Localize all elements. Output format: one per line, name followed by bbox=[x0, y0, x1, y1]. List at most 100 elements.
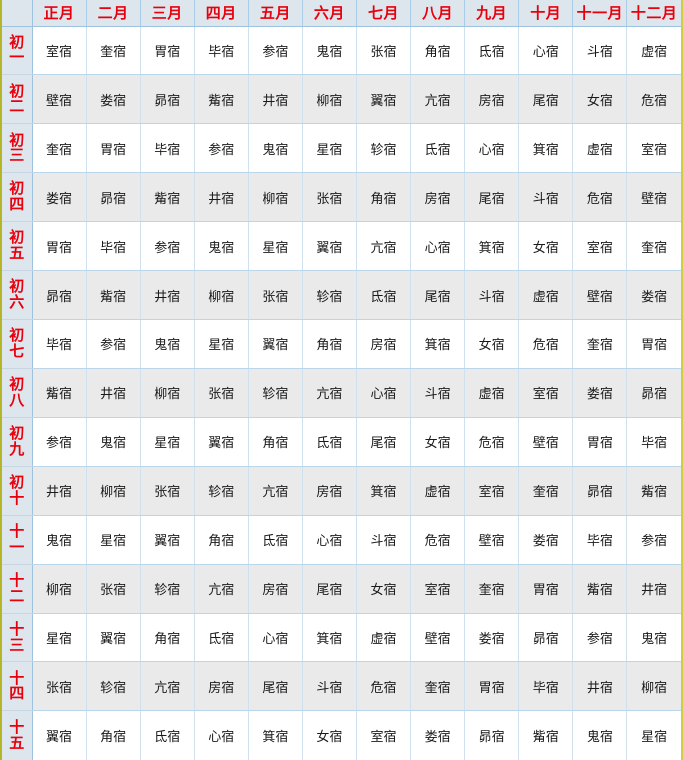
header-row: 正月 二月 三月 四月 五月 六月 七月 八月 九月 十月 十一月 十二月 bbox=[2, 0, 681, 27]
mansion-cell: 角宿 bbox=[194, 515, 249, 565]
mansion-cell: 昴宿 bbox=[32, 270, 87, 321]
day-label-char: 一 bbox=[9, 48, 25, 67]
day-label-10: 初十 bbox=[2, 466, 33, 516]
mansion-cell: 危宿 bbox=[518, 319, 574, 369]
mansion-cell: 氐宿 bbox=[194, 613, 249, 663]
mansion-cell: 娄宿 bbox=[86, 74, 141, 125]
mansion-cell: 虚宿 bbox=[464, 368, 520, 418]
mansion-cell: 昴宿 bbox=[464, 710, 520, 760]
mansion-cell: 觜宿 bbox=[518, 710, 574, 760]
mansion-cell: 亢宿 bbox=[248, 466, 303, 516]
mansion-cell: 箕宿 bbox=[410, 319, 466, 369]
mansion-cell: 张宿 bbox=[86, 564, 141, 614]
mansion-cell: 参宿 bbox=[626, 515, 681, 565]
mansion-cell: 亢宿 bbox=[356, 221, 412, 272]
table-row: 初三奎宿 胃宿 毕宿 参宿 鬼宿 星宿 轸宿 氐宿 心宿 箕宿 虚宿 室宿 bbox=[2, 123, 681, 174]
mansion-cell: 胃宿 bbox=[140, 26, 195, 76]
mansion-cell: 危宿 bbox=[410, 515, 466, 565]
mansion-cell: 鬼宿 bbox=[626, 613, 681, 663]
mansion-cell: 亢宿 bbox=[302, 368, 357, 418]
day-label-11: 十一 bbox=[2, 515, 33, 565]
mansion-cell: 尾宿 bbox=[518, 74, 574, 125]
mansion-cell: 星宿 bbox=[86, 515, 141, 565]
mansion-cell: 奎宿 bbox=[32, 123, 87, 174]
mansion-cell: 毕宿 bbox=[86, 221, 141, 272]
day-label-char: 五 bbox=[9, 733, 25, 752]
mansion-cell: 昴宿 bbox=[140, 74, 195, 125]
day-label-4: 初四 bbox=[2, 172, 33, 223]
mansion-cell: 室宿 bbox=[410, 564, 466, 614]
mansion-cell: 尾宿 bbox=[248, 661, 303, 712]
day-label-char: 一 bbox=[9, 537, 25, 556]
day-label-8: 初八 bbox=[2, 368, 33, 418]
mansion-cell: 参宿 bbox=[86, 319, 141, 369]
mansion-cell: 虚宿 bbox=[518, 270, 574, 321]
mansion-cell: 翼宿 bbox=[194, 417, 249, 467]
mansion-cell: 箕宿 bbox=[518, 123, 574, 174]
mansion-cell: 昴宿 bbox=[86, 172, 141, 223]
mansion-cell: 张宿 bbox=[194, 368, 249, 418]
mansion-cell: 星宿 bbox=[626, 710, 681, 760]
mansion-cell: 房宿 bbox=[410, 172, 466, 223]
mansion-cell: 房宿 bbox=[356, 319, 412, 369]
mansion-cell: 井宿 bbox=[572, 661, 628, 712]
mansion-cell: 毕宿 bbox=[572, 515, 628, 565]
mansion-cell: 觜宿 bbox=[626, 466, 681, 516]
mansion-cell: 女宿 bbox=[572, 74, 628, 125]
mansion-cell: 张宿 bbox=[248, 270, 303, 321]
table-row: 初一室宿 奎宿 胃宿 毕宿 参宿 鬼宿 张宿 角宿 氐宿 心宿 斗宿 虚宿 bbox=[2, 26, 681, 76]
table-row: 初五胃宿 毕宿 参宿 鬼宿 星宿 翼宿 亢宿 心宿 箕宿 女宿 室宿 奎宿 bbox=[2, 221, 681, 272]
mansion-cell: 觜宿 bbox=[194, 74, 249, 125]
mansion-cell: 张宿 bbox=[302, 172, 357, 223]
mansion-cell: 参宿 bbox=[140, 221, 195, 272]
mansion-cell: 娄宿 bbox=[410, 710, 466, 760]
mansion-cell: 女宿 bbox=[518, 221, 574, 272]
mansion-cell: 星宿 bbox=[140, 417, 195, 467]
table-row: 初六昴宿 觜宿 井宿 柳宿 张宿 轸宿 氐宿 尾宿 斗宿 虚宿 壁宿 娄宿 bbox=[2, 270, 681, 321]
mansion-cell: 柳宿 bbox=[86, 466, 141, 516]
day-label-char: 六 bbox=[9, 293, 25, 312]
mansion-cell: 壁宿 bbox=[572, 270, 628, 321]
mansion-cell: 星宿 bbox=[194, 319, 249, 369]
mansion-cell: 箕宿 bbox=[302, 613, 357, 663]
mansion-cell: 室宿 bbox=[626, 123, 681, 174]
day-label-2: 初二 bbox=[2, 74, 33, 125]
mansion-cell: 尾宿 bbox=[410, 270, 466, 321]
day-label-15: 十五 bbox=[2, 710, 33, 760]
mansion-cell: 轸宿 bbox=[302, 270, 357, 321]
mansion-cell: 鬼宿 bbox=[302, 26, 357, 76]
mansion-cell: 毕宿 bbox=[32, 319, 87, 369]
day-label-char: 三 bbox=[9, 635, 25, 654]
mansion-cell: 室宿 bbox=[464, 466, 520, 516]
mansion-cell: 胃宿 bbox=[464, 661, 520, 712]
mansion-cell: 井宿 bbox=[626, 564, 681, 614]
mansion-cell: 尾宿 bbox=[356, 417, 412, 467]
day-label-5: 初五 bbox=[2, 221, 33, 272]
table-row: 十一鬼宿 星宿 翼宿 角宿 氐宿 心宿 斗宿 危宿 壁宿 娄宿 毕宿 参宿 bbox=[2, 515, 681, 565]
day-label-char: 三 bbox=[9, 146, 25, 165]
month-header-12: 十二月 bbox=[626, 0, 681, 27]
mansion-cell: 胃宿 bbox=[86, 123, 141, 174]
mansion-cell: 危宿 bbox=[572, 172, 628, 223]
mansion-cell: 娄宿 bbox=[572, 368, 628, 418]
mansion-cell: 柳宿 bbox=[140, 368, 195, 418]
mansion-cell: 井宿 bbox=[86, 368, 141, 418]
mansion-cell: 翼宿 bbox=[302, 221, 357, 272]
mansion-cell: 昴宿 bbox=[572, 466, 628, 516]
day-label-6: 初六 bbox=[2, 270, 33, 321]
table-row: 初十井宿 柳宿 张宿 轸宿 亢宿 房宿 箕宿 虚宿 室宿 奎宿 昴宿 觜宿 bbox=[2, 466, 681, 516]
day-label-char: 四 bbox=[9, 195, 25, 214]
mansion-cell: 心宿 bbox=[248, 613, 303, 663]
mansion-cell: 壁宿 bbox=[32, 74, 87, 125]
mansion-cell: 鬼宿 bbox=[572, 710, 628, 760]
mansion-cell: 房宿 bbox=[302, 466, 357, 516]
mansion-cell: 奎宿 bbox=[518, 466, 574, 516]
mansion-cell: 觜宿 bbox=[32, 368, 87, 418]
day-label-char: 二 bbox=[9, 586, 25, 605]
mansion-cell: 井宿 bbox=[194, 172, 249, 223]
mansion-cell: 奎宿 bbox=[572, 319, 628, 369]
mansion-cell: 室宿 bbox=[518, 368, 574, 418]
day-label-char: 七 bbox=[9, 341, 25, 360]
mansion-cell: 女宿 bbox=[302, 710, 357, 760]
mansion-cell: 星宿 bbox=[248, 221, 303, 272]
